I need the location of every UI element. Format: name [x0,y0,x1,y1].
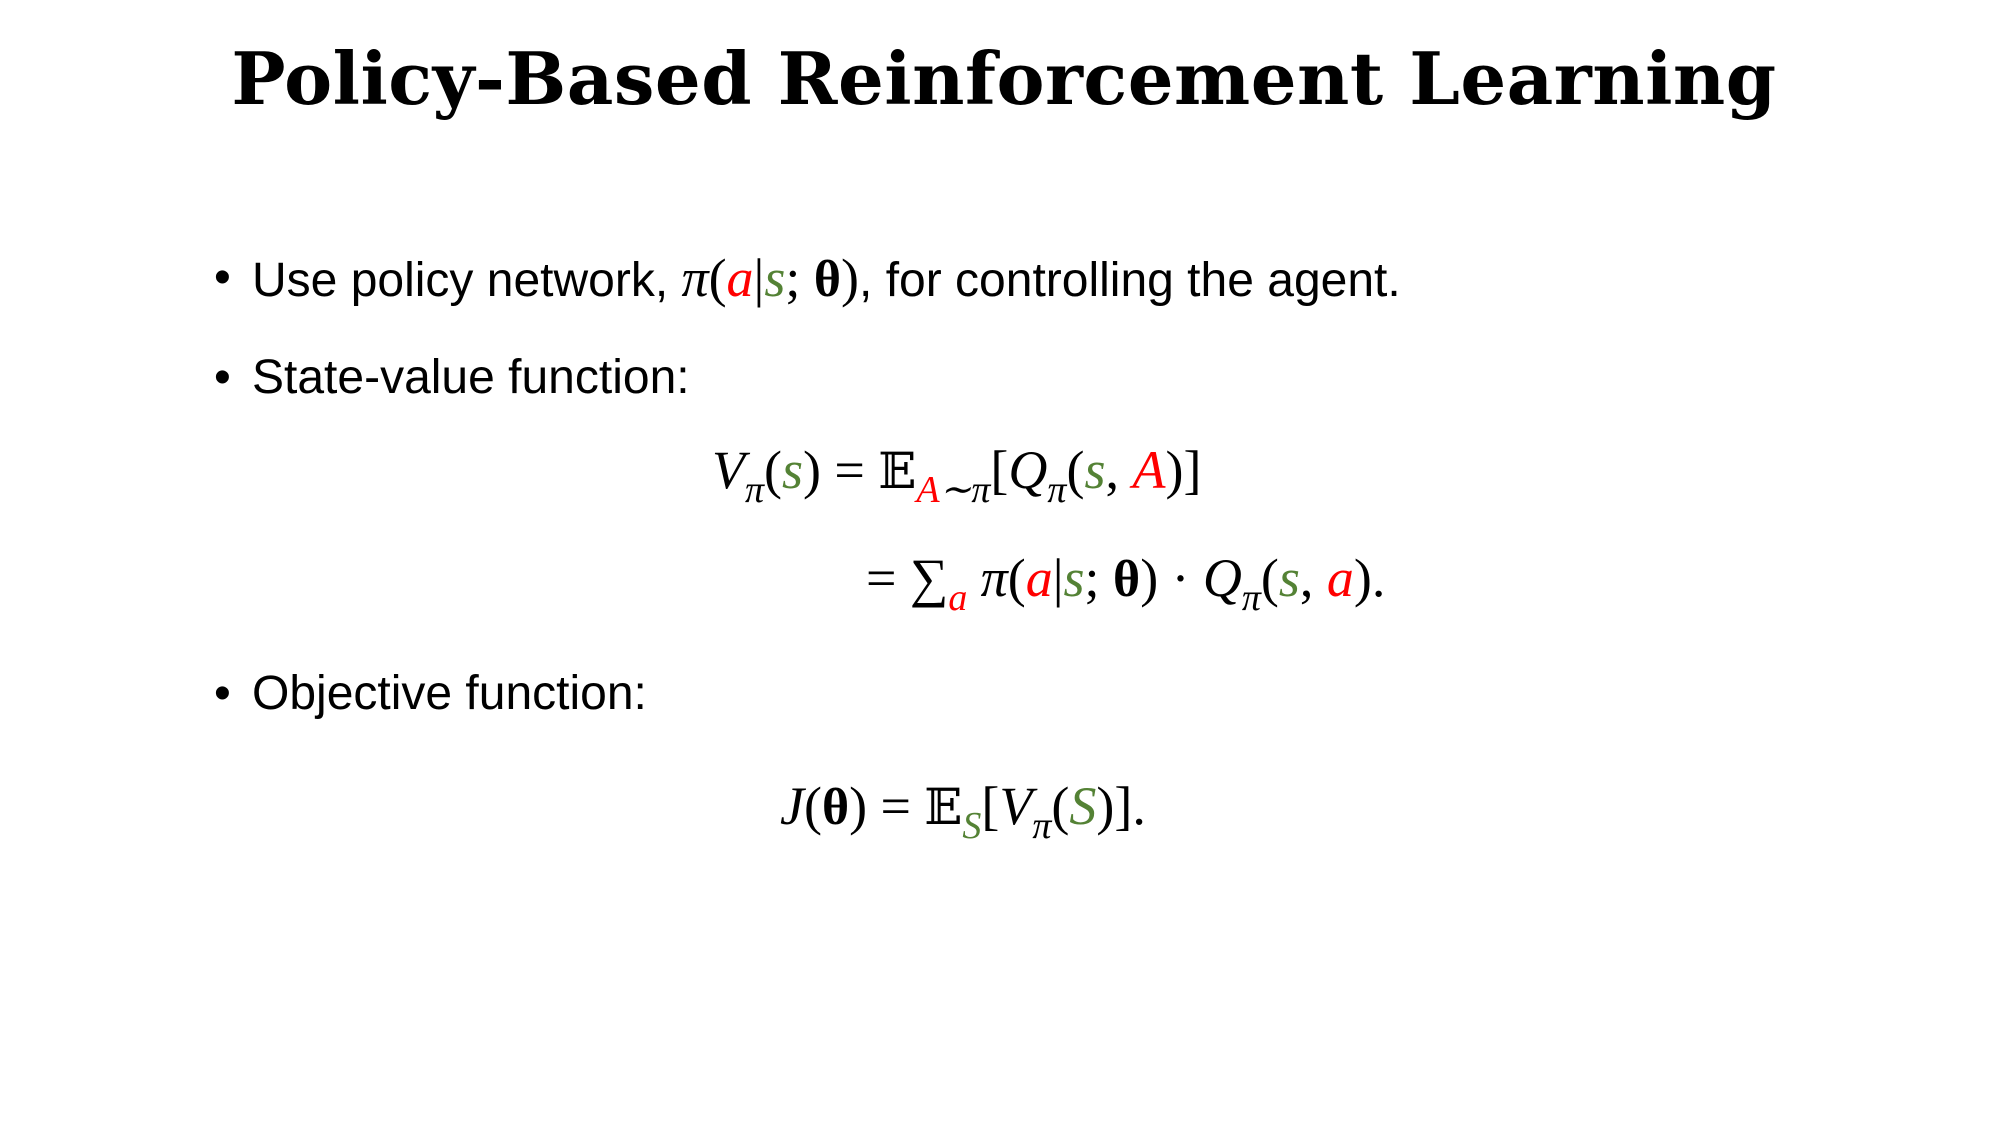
math-paren: ( [803,776,822,836]
math-action: A [1132,440,1166,500]
math-action: a [1326,548,1354,608]
math-bar: | [753,248,765,308]
bullet-state-value: State-value function: [252,351,690,404]
math-state: s [764,248,786,308]
math-expectation: 𝔼 [924,778,963,836]
math-state: S [962,805,982,847]
bullet-text: Use policy network, [252,254,682,307]
math-comma: , [1105,440,1133,500]
math-state: s [782,440,804,500]
math-bracket: [ [990,440,1009,500]
math-paren: ( [1007,548,1026,608]
slide-title: Policy-Based Reinforcement Learning [231,36,1777,121]
math-theta: θ [813,251,842,308]
math-V: V [999,776,1033,836]
math-action: A [916,469,940,511]
math-paren: ) [1096,776,1115,836]
math-pi: π [1047,469,1067,511]
bullet-objective: Objective function: [252,667,647,720]
math-pi: π [681,248,709,308]
math-bracket: ] [1114,776,1133,836]
math-paren: ( [1066,440,1085,500]
math-equals: = [880,776,911,836]
bullet-icon: • [214,351,231,404]
bullet-policy-network: Use policy network, π(a|s; θ), for contr… [252,248,1401,311]
bullet-icon: • [214,667,231,720]
bullet-text: , for controlling the agent. [859,254,1401,307]
math-comma: , [1299,548,1327,608]
equation-state-value-sum: = ∑a π(a|s; θ) · Qπ(s, a). [866,548,1386,619]
math-state: S [1069,776,1097,836]
math-expectation: 𝔼 [878,442,917,500]
math-paren: ) [841,248,860,308]
math-period: . [1132,776,1146,836]
math-paren: ( [1260,548,1279,608]
math-paren: ( [1051,776,1070,836]
math-J: J [780,776,804,836]
math-Q: Q [1008,440,1048,500]
math-theta: θ [821,779,850,836]
math-semi: ; [785,248,814,308]
math-semi: ; [1084,548,1114,608]
math-pi: π [1241,577,1261,619]
math-paren: ( [708,248,727,308]
math-equals: = [866,548,897,608]
math-sum: ∑ [909,548,949,608]
math-action: a [726,248,754,308]
math-paren: ) [803,440,822,500]
bullet-icon: • [214,251,231,304]
math-Q: Q [1202,548,1242,608]
math-paren: ( [764,440,783,500]
math-action: a [948,577,968,619]
math-pi: π [1032,805,1052,847]
math-bracket: ] [1183,440,1202,500]
math-paren: ) [1165,440,1184,500]
math-state: s [1278,548,1300,608]
math-state: s [1084,440,1106,500]
math-pi: π [745,469,765,511]
math-bracket: [ [981,776,1000,836]
math-paren: ) [1140,548,1159,608]
equation-objective: J(θ) = 𝔼S[Vπ(S)]. [780,776,1146,847]
math-theta: θ [1113,551,1141,608]
math-paren: ) [1353,548,1372,608]
math-V: V [712,440,745,500]
math-tilde: ∼ [939,469,972,511]
math-action: a [1025,548,1053,608]
math-period: . [1371,548,1386,608]
math-pi: π [980,548,1008,608]
math-pi: π [971,469,991,511]
equation-state-value: Vπ(s) = 𝔼A∼π[Qπ(s, A)] [712,440,1202,511]
math-state: s [1063,548,1085,608]
math-paren: ) [849,776,868,836]
math-equals: = [834,440,865,500]
math-bar: | [1052,548,1064,608]
math-dot: · [1171,548,1190,608]
